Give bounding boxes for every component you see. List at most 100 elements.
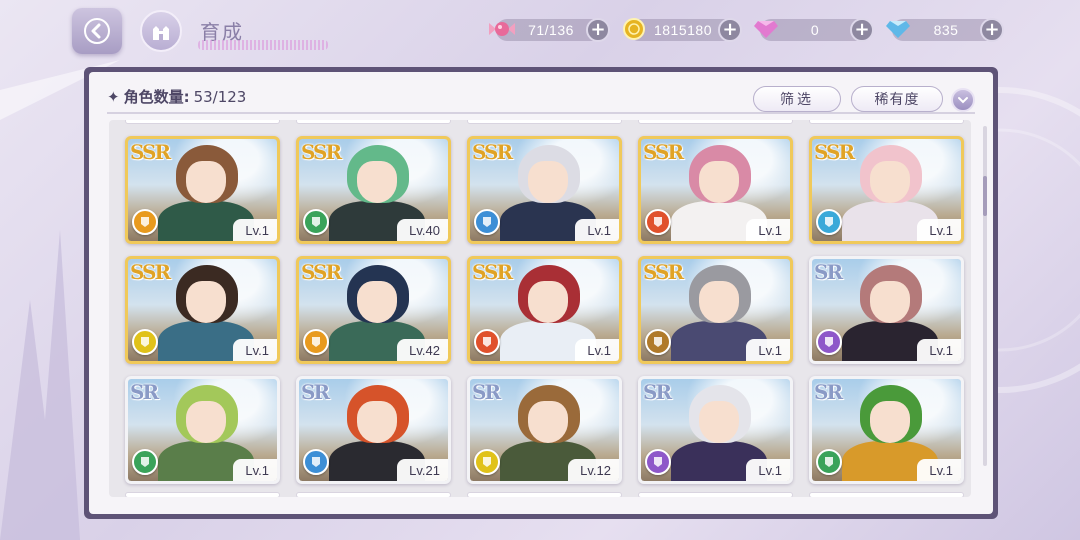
character-card[interactable]: SSR Lv.42 [296,256,451,364]
peek-card [125,492,280,497]
character-card[interactable]: SR Lv.1 [638,376,793,484]
character-face [528,401,568,443]
previous-row-peek [125,120,964,124]
rarity-badge: SR [301,380,330,404]
candy-icon [488,15,516,43]
back-button[interactable] [72,8,122,54]
attribute-icon [816,329,842,355]
character-face [870,401,910,443]
level-label: Lv.12 [568,459,619,481]
character-face [870,161,910,203]
level-label: Lv.1 [746,459,790,481]
add-gold-button[interactable]: + [718,18,742,42]
title-decoration [198,40,328,50]
attribute-icon [474,329,500,355]
sort-direction-button[interactable] [951,88,975,112]
attribute-icon [474,209,500,235]
character-face [186,161,226,203]
header-divider [107,112,975,114]
peek-card [809,492,964,497]
character-face [870,281,910,323]
character-count: ✦ 角色数量: 53/123 [107,86,246,107]
character-card[interactable]: SR Lv.1 [125,376,280,484]
peek-card [809,120,964,124]
back-arrow-icon [84,18,110,44]
peek-card [467,120,622,124]
character-card[interactable]: SSR Lv.40 [296,136,451,244]
rarity-badge: SSR [301,140,342,164]
character-panel-inner: ✦ 角色数量: 53/123 筛选 稀有度 SSR Lv.1 SSR Lv.40 SSR… [89,72,993,514]
character-face [528,161,568,203]
add-pink-gem-button[interactable]: + [850,18,874,42]
character-face [699,401,739,443]
attribute-icon [474,449,500,475]
rarity-badge: SSR [130,260,171,284]
top-bar: 育成 71/136 + 1815180 + 0 + 835 + [0,0,1080,60]
filter-button[interactable]: 筛选 [753,86,841,112]
attribute-icon [303,449,329,475]
character-face [699,281,739,323]
character-card[interactable]: SSR Lv.1 [809,136,964,244]
resource-blue-gem: 835 + [886,18,1004,42]
attribute-icon [645,449,671,475]
character-face [186,401,226,443]
character-card[interactable]: SSR Lv.1 [467,256,622,364]
character-face [357,281,397,323]
character-card[interactable]: SR Lv.1 [809,256,964,364]
next-row-peek [125,492,964,497]
attribute-icon [303,209,329,235]
character-face [528,281,568,323]
character-card[interactable]: SSR Lv.1 [125,256,280,364]
character-card[interactable]: SSR Lv.1 [125,136,280,244]
rarity-badge: SSR [643,140,684,164]
attribute-icon [645,209,671,235]
character-card[interactable]: SSR Lv.1 [638,256,793,364]
rarity-badge: SR [643,380,672,404]
castle-icon [153,26,169,40]
peek-card [296,492,451,497]
rarity-badge: SR [814,380,843,404]
attribute-icon [816,209,842,235]
level-label: Lv.21 [397,459,448,481]
blue-diamond-icon [884,15,912,43]
character-card[interactable]: SSR Lv.1 [638,136,793,244]
level-label: Lv.1 [575,339,619,361]
coin-icon [620,15,648,43]
add-blue-gem-button[interactable]: + [980,18,1004,42]
peek-card [125,120,280,124]
attribute-icon [303,329,329,355]
character-card[interactable]: SSR Lv.1 [467,136,622,244]
level-label: Lv.1 [233,219,277,241]
scrollbar[interactable] [983,126,987,466]
level-label: Lv.1 [746,339,790,361]
character-card[interactable]: SR Lv.21 [296,376,451,484]
level-label: Lv.1 [233,339,277,361]
rarity-badge: SR [130,380,159,404]
peek-card [467,492,622,497]
sort-rarity-button[interactable]: 稀有度 [851,86,943,112]
level-label: Lv.1 [575,219,619,241]
attribute-icon [816,449,842,475]
character-face [357,161,397,203]
character-face [186,281,226,323]
resource-candy: 71/136 + [489,18,610,42]
home-button[interactable] [140,10,182,52]
character-face [357,401,397,443]
character-count-label: 角色数量: [123,88,190,106]
peek-card [638,120,793,124]
attribute-icon [645,329,671,355]
add-candy-button[interactable]: + [586,18,610,42]
level-label: Lv.40 [397,219,448,241]
rarity-badge: SSR [814,140,855,164]
attribute-icon [132,209,158,235]
attribute-icon [132,329,158,355]
character-card[interactable]: SR Lv.12 [467,376,622,484]
character-card[interactable]: SR Lv.1 [809,376,964,484]
level-label: Lv.1 [917,219,961,241]
level-label: Lv.1 [746,219,790,241]
scroll-thumb[interactable] [983,176,987,216]
character-grid-area[interactable]: SSR Lv.1 SSR Lv.40 SSR Lv.1 SSR Lv.1 SSR Lv.1 SSR L… [109,120,971,497]
level-label: Lv.42 [397,339,448,361]
rarity-badge: SR [472,380,501,404]
character-count-value: 53/123 [193,87,247,106]
